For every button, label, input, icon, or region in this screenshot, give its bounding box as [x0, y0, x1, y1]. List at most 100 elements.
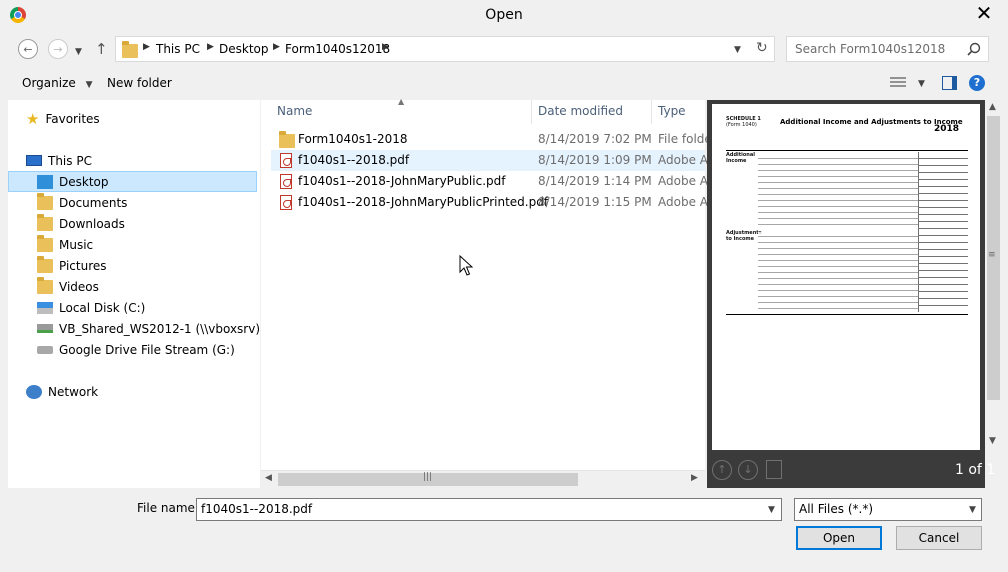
page-counter: 1 of 1 — [955, 462, 996, 478]
search-placeholder: Search Form1040s12018 — [795, 42, 946, 56]
chevron-down-icon[interactable]: ▼ — [918, 79, 925, 89]
doc-lines-income — [758, 154, 918, 228]
nav-desktop[interactable]: Desktop — [8, 171, 257, 192]
preview-next-icon[interactable]: ↓ — [738, 460, 758, 480]
column-separator[interactable] — [531, 100, 532, 124]
column-header-type[interactable]: Type — [658, 100, 686, 124]
scroll-left-icon[interactable]: ◀ — [265, 473, 272, 483]
chevron-right-icon: ▶ — [143, 42, 150, 52]
column-header-name[interactable]: Name — [277, 100, 312, 124]
navigation-pane: ★ Favorites This PC Desktop Documents Do… — [8, 100, 285, 488]
nav-music[interactable]: Music — [8, 234, 257, 255]
chevron-right-icon: ▶ — [273, 42, 280, 52]
refresh-icon[interactable]: ↻ — [756, 40, 768, 56]
address-bar[interactable]: ▶ This PC ▶ Desktop ▶ Form1040s12018 ▶ ▼… — [115, 36, 775, 62]
videos-folder-icon — [37, 276, 53, 294]
command-bar: Organize ▼ New folder ▼ ? — [0, 70, 1008, 98]
file-type: Adobe A — [658, 174, 708, 188]
file-type: Adobe A — [658, 195, 708, 209]
file-row[interactable]: f1040s1--2018-JohnMaryPublicPrinted.pdf … — [271, 192, 708, 213]
forward-button[interactable]: → — [47, 38, 69, 60]
drive-icon — [37, 345, 53, 354]
file-name: f1040s1--2018-JohnMaryPublic.pdf — [298, 174, 506, 188]
nav-pictures[interactable]: Pictures — [8, 255, 257, 276]
doc-year: 2018 — [934, 124, 960, 134]
chevron-down-icon: ▼ — [85, 80, 93, 90]
vertical-scrollbar[interactable]: ▲ ≡ ▼ — [985, 100, 1002, 452]
filename-input[interactable]: f1040s1--2018.pdf ▼ — [196, 498, 782, 521]
column-separator[interactable] — [651, 100, 652, 124]
scroll-grip-icon: ≡ — [988, 250, 996, 260]
up-button[interactable]: ↑ — [95, 40, 108, 58]
file-row[interactable]: Form1040s1-2018 8/14/2019 7:02 PM File f… — [271, 129, 712, 150]
breadcrumb-folder[interactable]: Form1040s12018 — [285, 42, 390, 56]
doc-footer-rule — [726, 314, 968, 315]
doc-section-income: Additional Income — [726, 152, 755, 164]
file-name: f1040s1--2018-JohnMaryPublicPrinted.pdf — [298, 195, 549, 209]
address-dropdown-icon[interactable]: ▼ — [734, 45, 741, 55]
doc-rule — [726, 150, 968, 151]
star-icon: ★ — [26, 109, 40, 128]
chevron-right-icon: ▶ — [207, 42, 214, 52]
organize-button[interactable]: Organize ▼ — [22, 76, 93, 90]
filename-label: File name: — [137, 501, 199, 515]
chevron-down-icon: ▼ — [969, 505, 976, 515]
arrow-up-icon: ↑ — [95, 40, 108, 58]
preview-prev-icon[interactable]: ↑ — [712, 460, 732, 480]
nav-downloads[interactable]: Downloads — [8, 213, 257, 234]
file-date: 8/14/2019 1:15 PM — [538, 195, 652, 209]
scroll-right-icon[interactable]: ▶ — [691, 473, 698, 483]
chevron-down-icon: ▼ — [75, 47, 82, 57]
scroll-down-icon[interactable]: ▼ — [989, 436, 996, 446]
close-button[interactable]: ✕ — [966, 0, 1002, 26]
nav-videos[interactable]: Videos — [8, 276, 257, 297]
filetype-value: All Files (*.*) — [799, 502, 874, 516]
filetype-select[interactable]: All Files (*.*) ▼ — [794, 498, 982, 521]
nav-network[interactable]: Network — [26, 381, 256, 402]
search-icon[interactable] — [967, 42, 981, 56]
pdf-file-icon — [280, 174, 292, 189]
network-drive-icon — [37, 324, 53, 333]
file-row[interactable]: f1040s1--2018-JohnMaryPublic.pdf 8/14/20… — [271, 171, 708, 192]
preview-pane-icon[interactable] — [942, 76, 957, 90]
horizontal-scrollbar[interactable]: ◀ ||| ▶ — [261, 470, 705, 488]
mouse-cursor-icon — [459, 255, 473, 276]
chevron-down-icon[interactable]: ▼ — [768, 505, 775, 515]
new-folder-button[interactable]: New folder — [107, 76, 172, 90]
breadcrumb-this-pc[interactable]: This PC — [156, 42, 200, 56]
scroll-up-icon[interactable]: ▲ — [989, 102, 996, 112]
pictures-folder-icon — [37, 255, 53, 273]
nav-favorites[interactable]: ★ Favorites — [26, 108, 256, 129]
desktop-folder-icon — [37, 174, 53, 189]
file-type: File folde — [658, 132, 712, 146]
filename-value: f1040s1--2018.pdf — [201, 502, 313, 516]
folder-icon — [122, 41, 138, 58]
nav-google-drive[interactable]: Google Drive File Stream (G:) — [8, 339, 257, 360]
view-options-icon[interactable] — [890, 77, 906, 89]
open-button[interactable]: Open — [796, 526, 882, 550]
breadcrumb-desktop[interactable]: Desktop — [219, 42, 269, 56]
nav-local-disk[interactable]: Local Disk (C:) — [8, 297, 257, 318]
nav-documents[interactable]: Documents — [8, 192, 257, 213]
nav-shared-drive[interactable]: VB_Shared_WS2012-1 (\\vboxsrv) (E:) — [8, 318, 285, 339]
file-name: f1040s1--2018.pdf — [298, 153, 410, 167]
window-title: Open — [485, 7, 523, 23]
network-icon — [26, 384, 42, 399]
pdf-file-icon — [280, 153, 292, 168]
arrow-left-icon: ← — [18, 39, 38, 59]
recent-locations-dropdown[interactable]: ▼ — [75, 43, 82, 57]
preview-zoom-icon[interactable] — [766, 460, 782, 479]
scroll-grip-icon: ||| — [423, 472, 433, 482]
file-type: Adobe A — [658, 153, 708, 167]
folder-icon — [279, 131, 295, 148]
file-date: 8/14/2019 1:09 PM — [538, 153, 652, 167]
chevron-right-icon: ▶ — [382, 42, 389, 52]
cancel-button[interactable]: Cancel — [896, 526, 982, 550]
back-button[interactable]: ← — [17, 38, 39, 60]
nav-this-pc[interactable]: This PC — [26, 150, 256, 171]
column-header-date[interactable]: Date modified — [538, 100, 623, 124]
documents-folder-icon — [37, 192, 53, 210]
file-row[interactable]: f1040s1--2018.pdf 8/14/2019 1:09 PM Adob… — [271, 150, 708, 171]
search-box[interactable]: Search Form1040s12018 — [786, 36, 989, 62]
help-icon[interactable]: ? — [969, 75, 985, 91]
